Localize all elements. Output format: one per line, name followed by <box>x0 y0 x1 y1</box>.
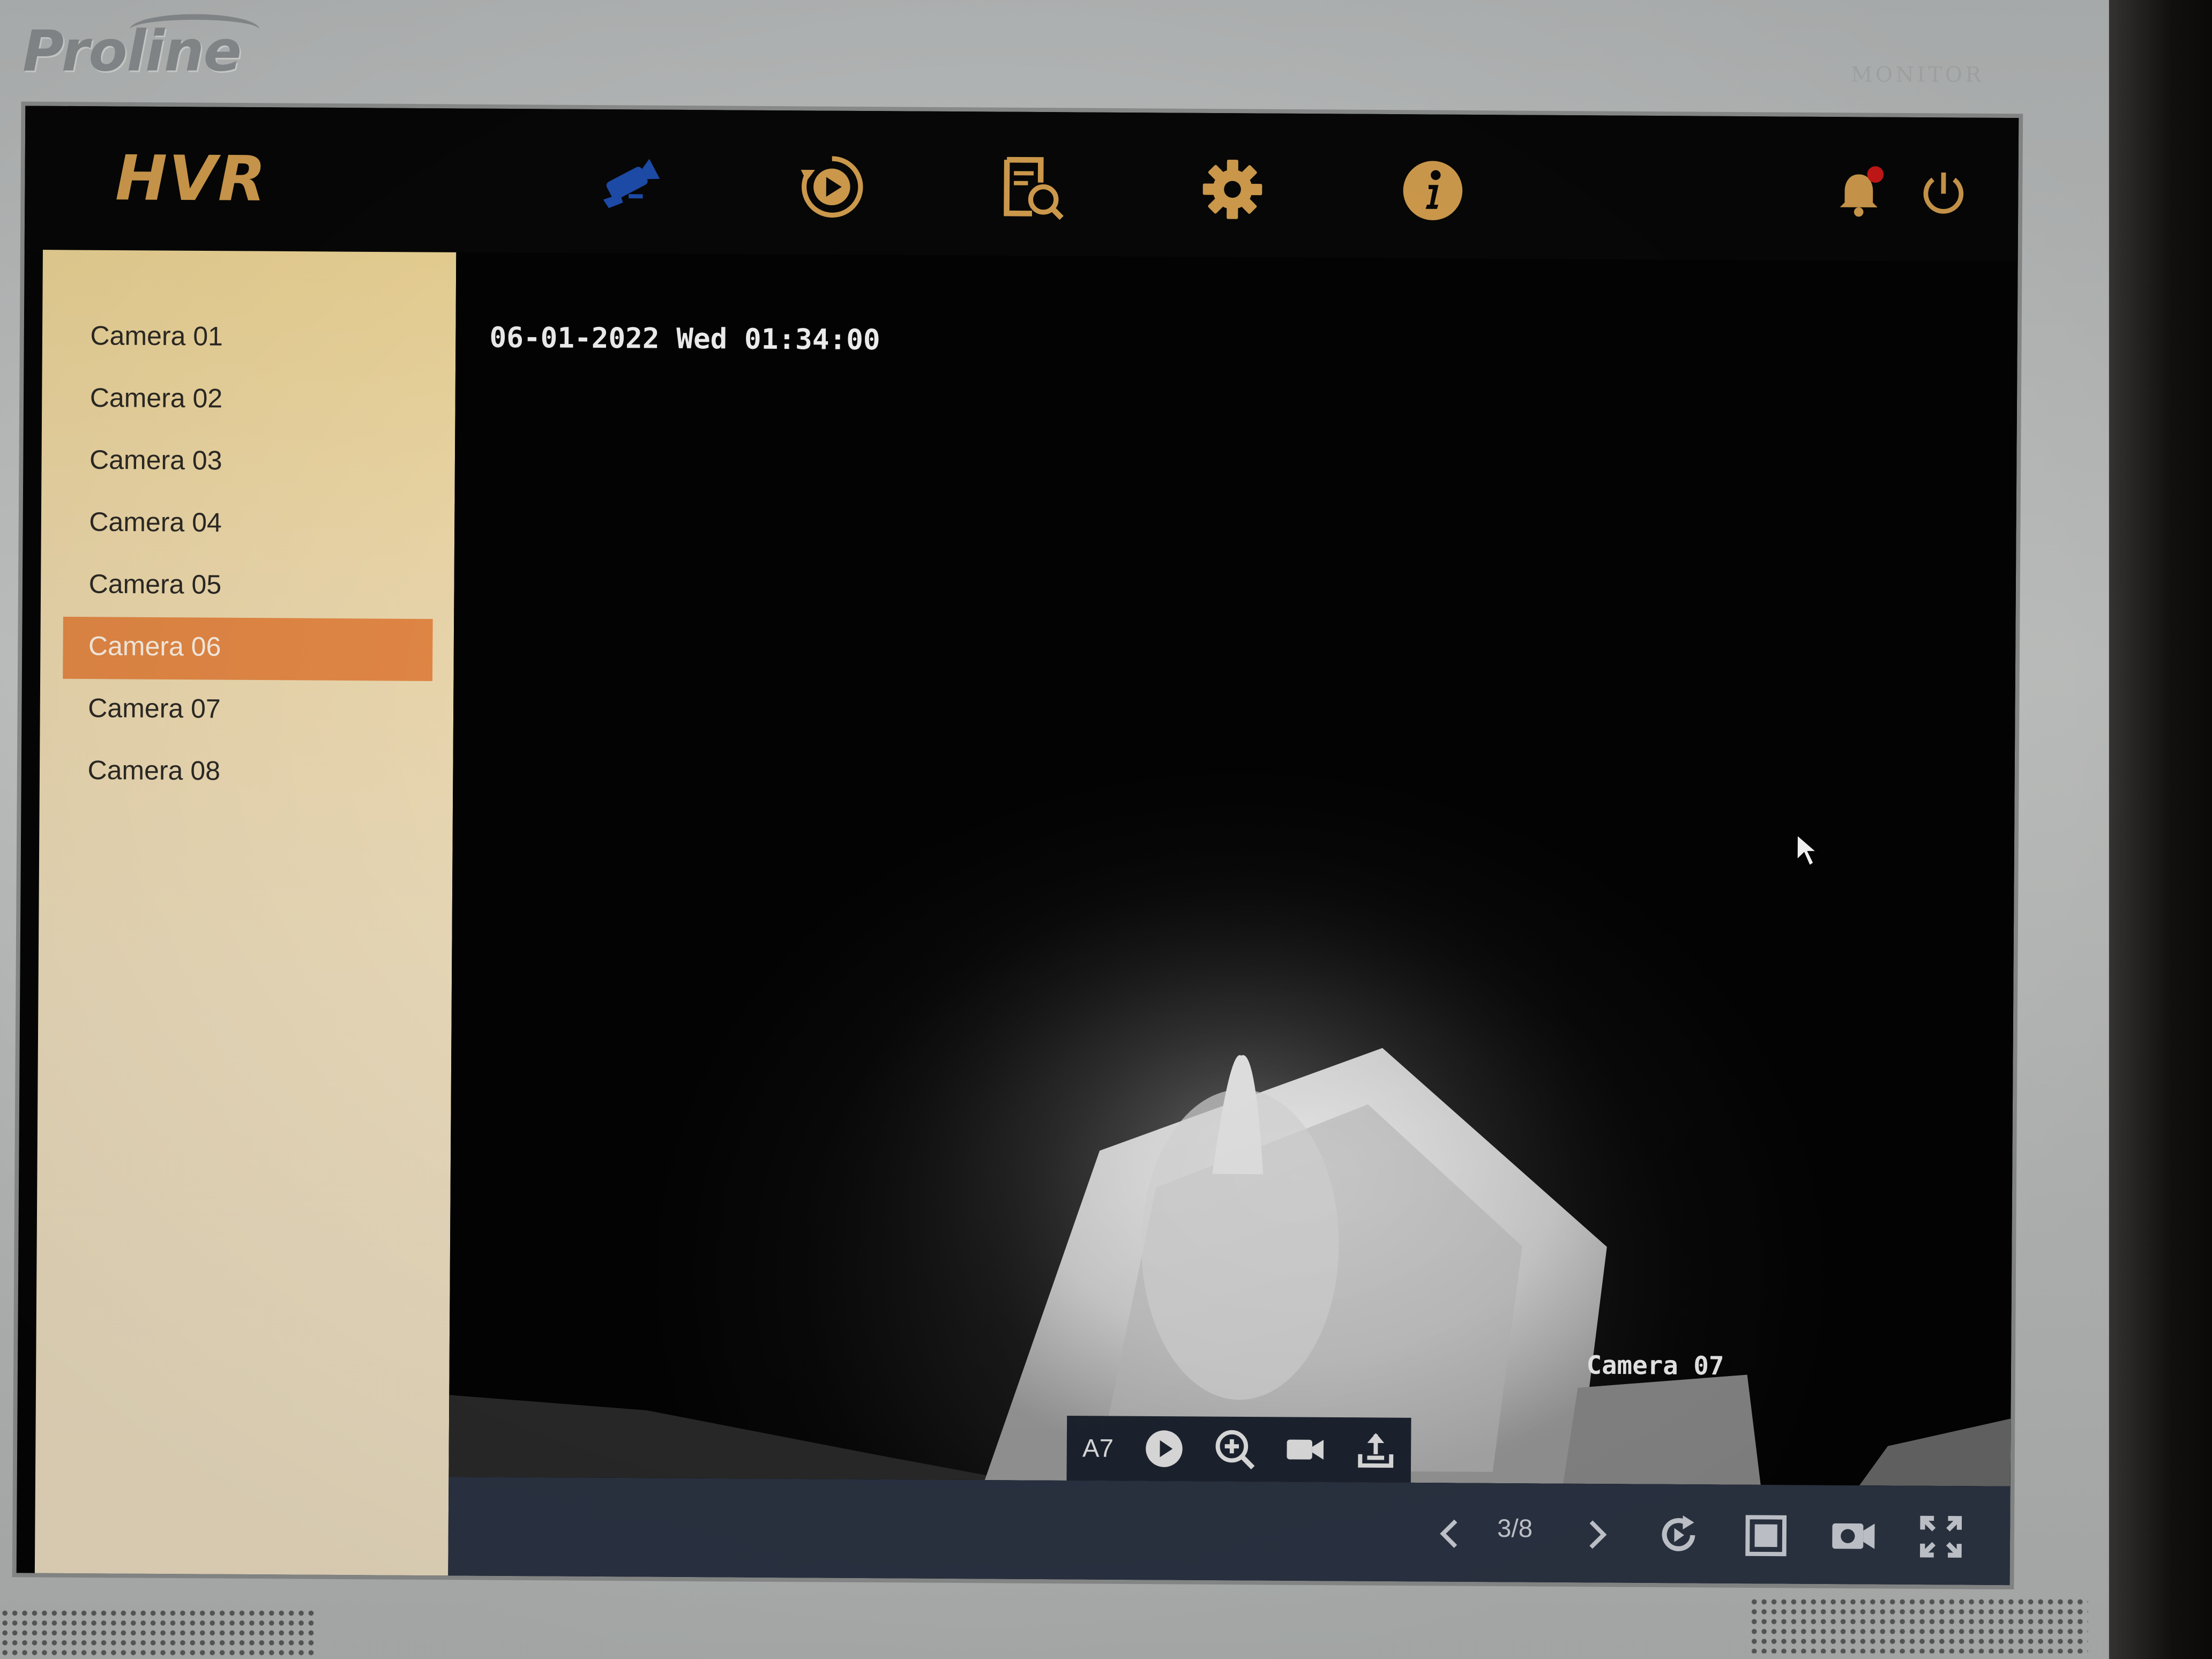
power-icon[interactable] <box>1915 160 1972 228</box>
settings-gear-icon[interactable] <box>1198 155 1266 223</box>
playback-icon[interactable] <box>798 153 866 221</box>
monitor-brand-logo: Proline <box>23 19 242 85</box>
export-icon[interactable] <box>1340 1417 1411 1483</box>
zoom-in-icon[interactable] <box>1199 1416 1270 1482</box>
monitor-label: MONITOR <box>1851 62 1984 88</box>
background-shadow <box>2109 0 2212 1659</box>
record-icon[interactable] <box>1270 1417 1341 1482</box>
live-view-camera-icon[interactable] <box>597 152 666 220</box>
top-nav-bar: HVR <box>24 106 2019 262</box>
fullscreen-icon[interactable] <box>1912 1508 1969 1565</box>
osd-timestamp: 06-01-2022 Wed 01:34:00 <box>489 320 880 357</box>
camera-list-item[interactable]: Camera 06 <box>63 616 433 681</box>
notification-badge <box>1867 166 1884 183</box>
camera-feed-image <box>449 821 2011 1486</box>
speaker-grille-right <box>1749 1597 2088 1654</box>
single-layout-icon[interactable] <box>1738 1507 1795 1564</box>
channel-label: A7 <box>1082 1433 1114 1462</box>
camera-list-item[interactable]: Camera 08 <box>62 741 432 805</box>
camera-list-item[interactable]: Camera 07 <box>62 679 432 743</box>
bottom-control-bar: 3/8 <box>448 1476 2011 1586</box>
play-icon[interactable] <box>1129 1416 1200 1482</box>
notification-bell-icon[interactable] <box>1830 159 1887 227</box>
prev-page-icon[interactable] <box>1422 1505 1478 1562</box>
camera-sidebar: Camera 01 Camera 02 Camera 03 Camera 04 Came… <box>34 250 457 1576</box>
info-icon[interactable] <box>1399 156 1467 225</box>
camera-list-item[interactable]: Camera 04 <box>64 492 434 557</box>
camera-list-item[interactable]: Camera 03 <box>64 430 434 495</box>
channel-quick-toolbar: A7 <box>1066 1415 1411 1483</box>
app-logo: HVR <box>115 143 268 216</box>
camera-list-item[interactable]: Camera 05 <box>63 555 433 619</box>
video-pane[interactable]: 06-01-2022 Wed 01:34:00 Camera 07 A7 <box>449 252 2018 1486</box>
search-file-icon[interactable] <box>998 154 1066 222</box>
mouse-cursor-icon <box>1796 833 1819 867</box>
page-indicator: 3/8 <box>1497 1514 1533 1543</box>
dvr-screen: HVR Camera 01 Camera 02 Camera 03 Camera… <box>16 106 2019 1586</box>
24h-record-icon[interactable] <box>1825 1508 1882 1565</box>
refresh-icon[interactable] <box>1650 1507 1707 1564</box>
camera-list-item[interactable]: Camera 02 <box>64 369 434 433</box>
osd-camera-name: Camera 07 <box>1586 1351 1724 1382</box>
camera-list: Camera 01 Camera 02 Camera 03 Camera 04 Came… <box>62 307 435 805</box>
next-page-icon[interactable] <box>1568 1506 1625 1563</box>
camera-list-item[interactable]: Camera 01 <box>65 307 435 371</box>
speaker-grille-left <box>0 1608 316 1659</box>
photo-scene: Proline MONITOR HVR Camera 01 Camera 02 … <box>0 0 2212 1659</box>
